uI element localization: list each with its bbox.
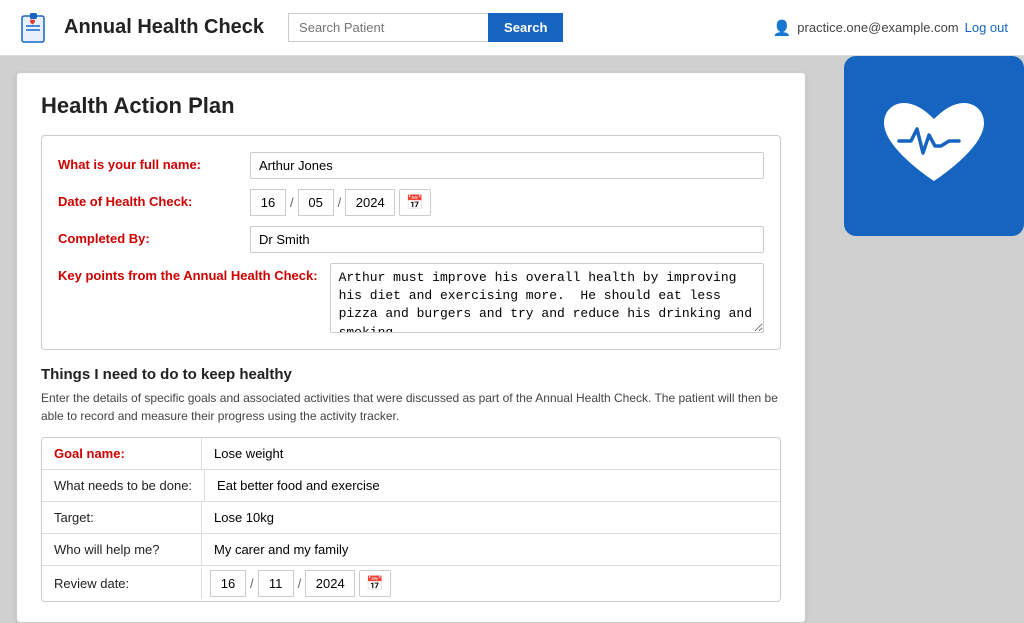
target-row: Target: [42,502,780,534]
review-date-row: Review date: / / 📅 [42,566,780,601]
target-input[interactable] [210,502,772,533]
date-field: / / 📅 [250,189,431,216]
review-sep-1: / [250,576,254,591]
app-header: Annual Health Check Search 👤 practice.on… [0,0,1024,56]
goals-table: Goal name: What needs to be done: Target… [41,437,781,602]
page-title: Health Action Plan [41,93,781,119]
date-day-input[interactable] [250,189,286,216]
user-email: practice.one@example.com [797,20,958,35]
date-year-input[interactable] [345,189,395,216]
date-label: Date of Health Check: [58,189,238,209]
goal-name-input[interactable] [210,438,772,469]
review-date-label: Review date: [42,568,202,599]
hero-box [844,56,1024,236]
person-icon: 👤 [773,19,792,37]
review-year-input[interactable] [305,570,355,597]
full-name-row: What is your full name: [58,152,764,179]
heart-monitor-icon [869,91,999,201]
review-date-field: / / 📅 [210,566,772,601]
key-points-textarea[interactable]: Arthur must improve his overall health b… [330,263,764,333]
review-day-input[interactable] [210,570,246,597]
full-name-input[interactable] [250,152,764,179]
what-needs-cell [205,470,780,501]
logout-link[interactable]: Log out [965,20,1008,35]
completed-by-input[interactable] [250,226,764,253]
target-cell [202,502,780,533]
key-points-label: Key points from the Annual Health Check: [58,263,318,283]
app-title: Annual Health Check [64,16,264,39]
goal-name-cell [202,438,780,469]
search-input[interactable] [288,13,488,42]
what-needs-input[interactable] [213,470,772,501]
key-points-row: Key points from the Annual Health Check:… [58,263,764,333]
health-check-form-section: What is your full name: Date of Health C… [41,135,781,350]
review-sep-2: / [298,576,302,591]
who-help-label: Who will help me? [42,534,202,565]
full-name-label: What is your full name: [58,152,238,172]
review-date-cell: / / 📅 [202,566,780,601]
goals-section: Things I need to do to keep healthy Ente… [41,366,781,602]
who-help-input[interactable] [210,534,772,565]
review-calendar-icon-button[interactable]: 📅 [359,570,390,597]
goals-desc: Enter the details of specific goals and … [41,389,781,425]
date-sep-1: / [290,195,294,210]
main-wrapper: Health Action Plan What is your full nam… [0,56,1024,623]
what-needs-label: What needs to be done: [42,470,205,501]
goals-title: Things I need to do to keep healthy [41,366,781,383]
content-area: Health Action Plan What is your full nam… [16,72,806,623]
completed-by-row: Completed By: [58,226,764,253]
who-help-row: Who will help me? [42,534,780,566]
app-logo-icon [16,8,56,48]
review-month-input[interactable] [258,570,294,597]
search-area: Search [288,13,563,42]
search-button[interactable]: Search [488,13,563,42]
what-needs-row: What needs to be done: [42,470,780,502]
calendar-icon-button[interactable]: 📅 [399,189,430,216]
completed-by-label: Completed By: [58,226,238,246]
date-month-input[interactable] [298,189,334,216]
goal-name-label: Goal name: [42,438,202,469]
user-area: 👤 practice.one@example.com Log out [773,19,1008,37]
date-sep-2: / [338,195,342,210]
date-row: Date of Health Check: / / 📅 [58,189,764,216]
goal-name-row: Goal name: [42,438,780,470]
logo-area: Annual Health Check [16,8,264,48]
who-help-cell [202,534,780,565]
target-label: Target: [42,502,202,533]
